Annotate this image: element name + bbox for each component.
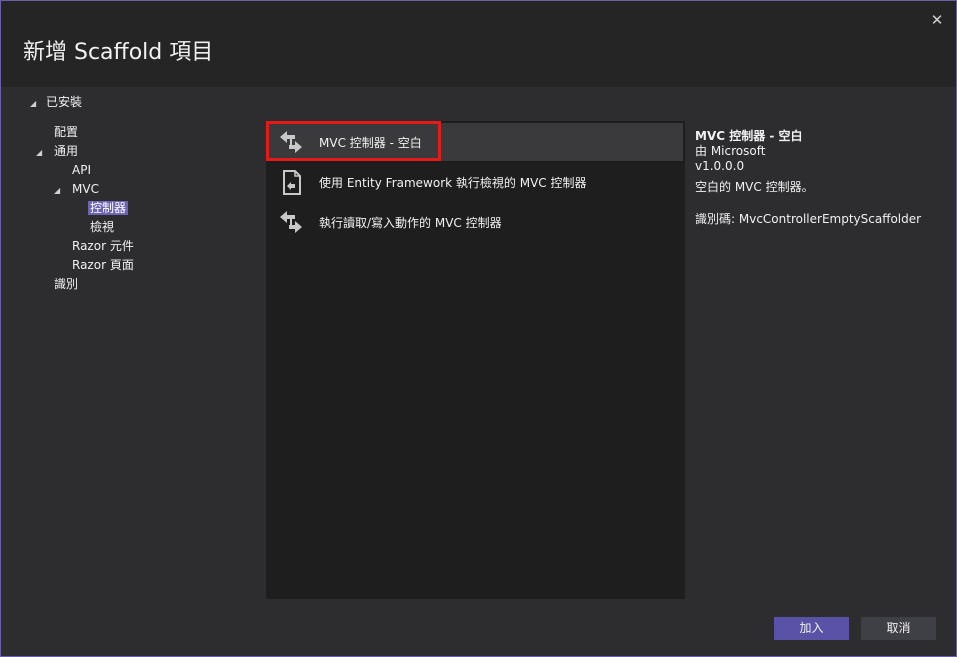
details-version: v1.0.0.0 [695, 159, 745, 173]
tree-item-identity[interactable]: 識別 [52, 276, 80, 293]
cancel-button[interactable]: 取消 [861, 617, 936, 640]
entity-framework-controller-icon [276, 168, 306, 196]
tree-item-label: 控制器 [88, 201, 129, 215]
tree-item-label: Razor 頁面 [72, 258, 134, 272]
tree-root-installed[interactable]: ◢ 已安裝 [30, 93, 82, 110]
tree-item-controllers[interactable]: 控制器 [88, 200, 129, 217]
tree-item-label: 配置 [54, 125, 79, 139]
close-icon[interactable]: ✕ [928, 11, 946, 29]
tree-item-mvc[interactable]: ◢ MVC [54, 181, 101, 198]
template-label: MVC 控制器 - 空白 [319, 136, 422, 150]
details-author: 由 Microsoft [695, 144, 766, 158]
template-item-mvc-empty[interactable]: MVC 控制器 - 空白 [266, 123, 683, 161]
template-label: 使用 Entity Framework 執行檢視的 MVC 控制器 [319, 176, 587, 190]
tree-item-label: MVC [72, 182, 99, 196]
tree-item-views[interactable]: 檢視 [88, 219, 116, 236]
tree-item-label: API [72, 163, 91, 177]
tree-root-label: 已安裝 [46, 95, 83, 109]
tree-item-razor-components[interactable]: Razor 元件 [70, 238, 136, 255]
details-description: 空白的 MVC 控制器。 [695, 180, 814, 194]
tree-item-razor-pages[interactable]: Razor 頁面 [70, 257, 136, 274]
controller-icon [276, 128, 306, 156]
add-scaffold-dialog: 新增 Scaffold 項目 ✕ ◢ 已安裝 配置 ◢ 通用 API ◢ MVC 控制… [0, 0, 957, 657]
tree-item-label: 識別 [54, 277, 79, 291]
details-title: MVC 控制器 - 空白 [695, 129, 803, 143]
tree-item-label: 通用 [54, 144, 79, 158]
add-button[interactable]: 加入 [774, 617, 849, 640]
expand-triangle-icon[interactable]: ◢ [36, 144, 52, 161]
category-tree: 配置 ◢ 通用 API ◢ MVC 控制器 檢視 Razor 元件 Razor 頁面… [1, 121, 266, 599]
dialog-title: 新增 Scaffold 項目 [23, 40, 214, 65]
tree-item-label: 檢視 [90, 220, 115, 234]
tree-item-common[interactable]: ◢ 通用 [36, 143, 80, 160]
tree-item-api[interactable]: API [70, 162, 93, 179]
tree-item-config[interactable]: 配置 [52, 124, 80, 141]
dialog-footer: 加入 取消 [1, 599, 956, 656]
template-item-mvc-ef[interactable]: 使用 Entity Framework 執行檢視的 MVC 控制器 [266, 163, 683, 201]
expand-triangle-icon[interactable]: ◢ [30, 99, 46, 108]
tree-item-label: Razor 元件 [72, 239, 134, 253]
template-label: 執行讀取/寫入動作的 MVC 控制器 [319, 216, 502, 230]
controller-icon [276, 208, 306, 236]
template-item-mvc-read-write[interactable]: 執行讀取/寫入動作的 MVC 控制器 [266, 203, 683, 241]
title-bar: 新增 Scaffold 項目 ✕ [1, 1, 956, 87]
expand-triangle-icon[interactable]: ◢ [54, 182, 70, 199]
template-list: MVC 控制器 - 空白 使用 Entity Framework 執行檢視的 M… [266, 121, 685, 599]
details-id: 識別碼: MvcControllerEmptyScaffolder [695, 212, 922, 226]
template-details: MVC 控制器 - 空白 由 Microsoft v1.0.0.0 空白的 MV… [695, 129, 945, 227]
